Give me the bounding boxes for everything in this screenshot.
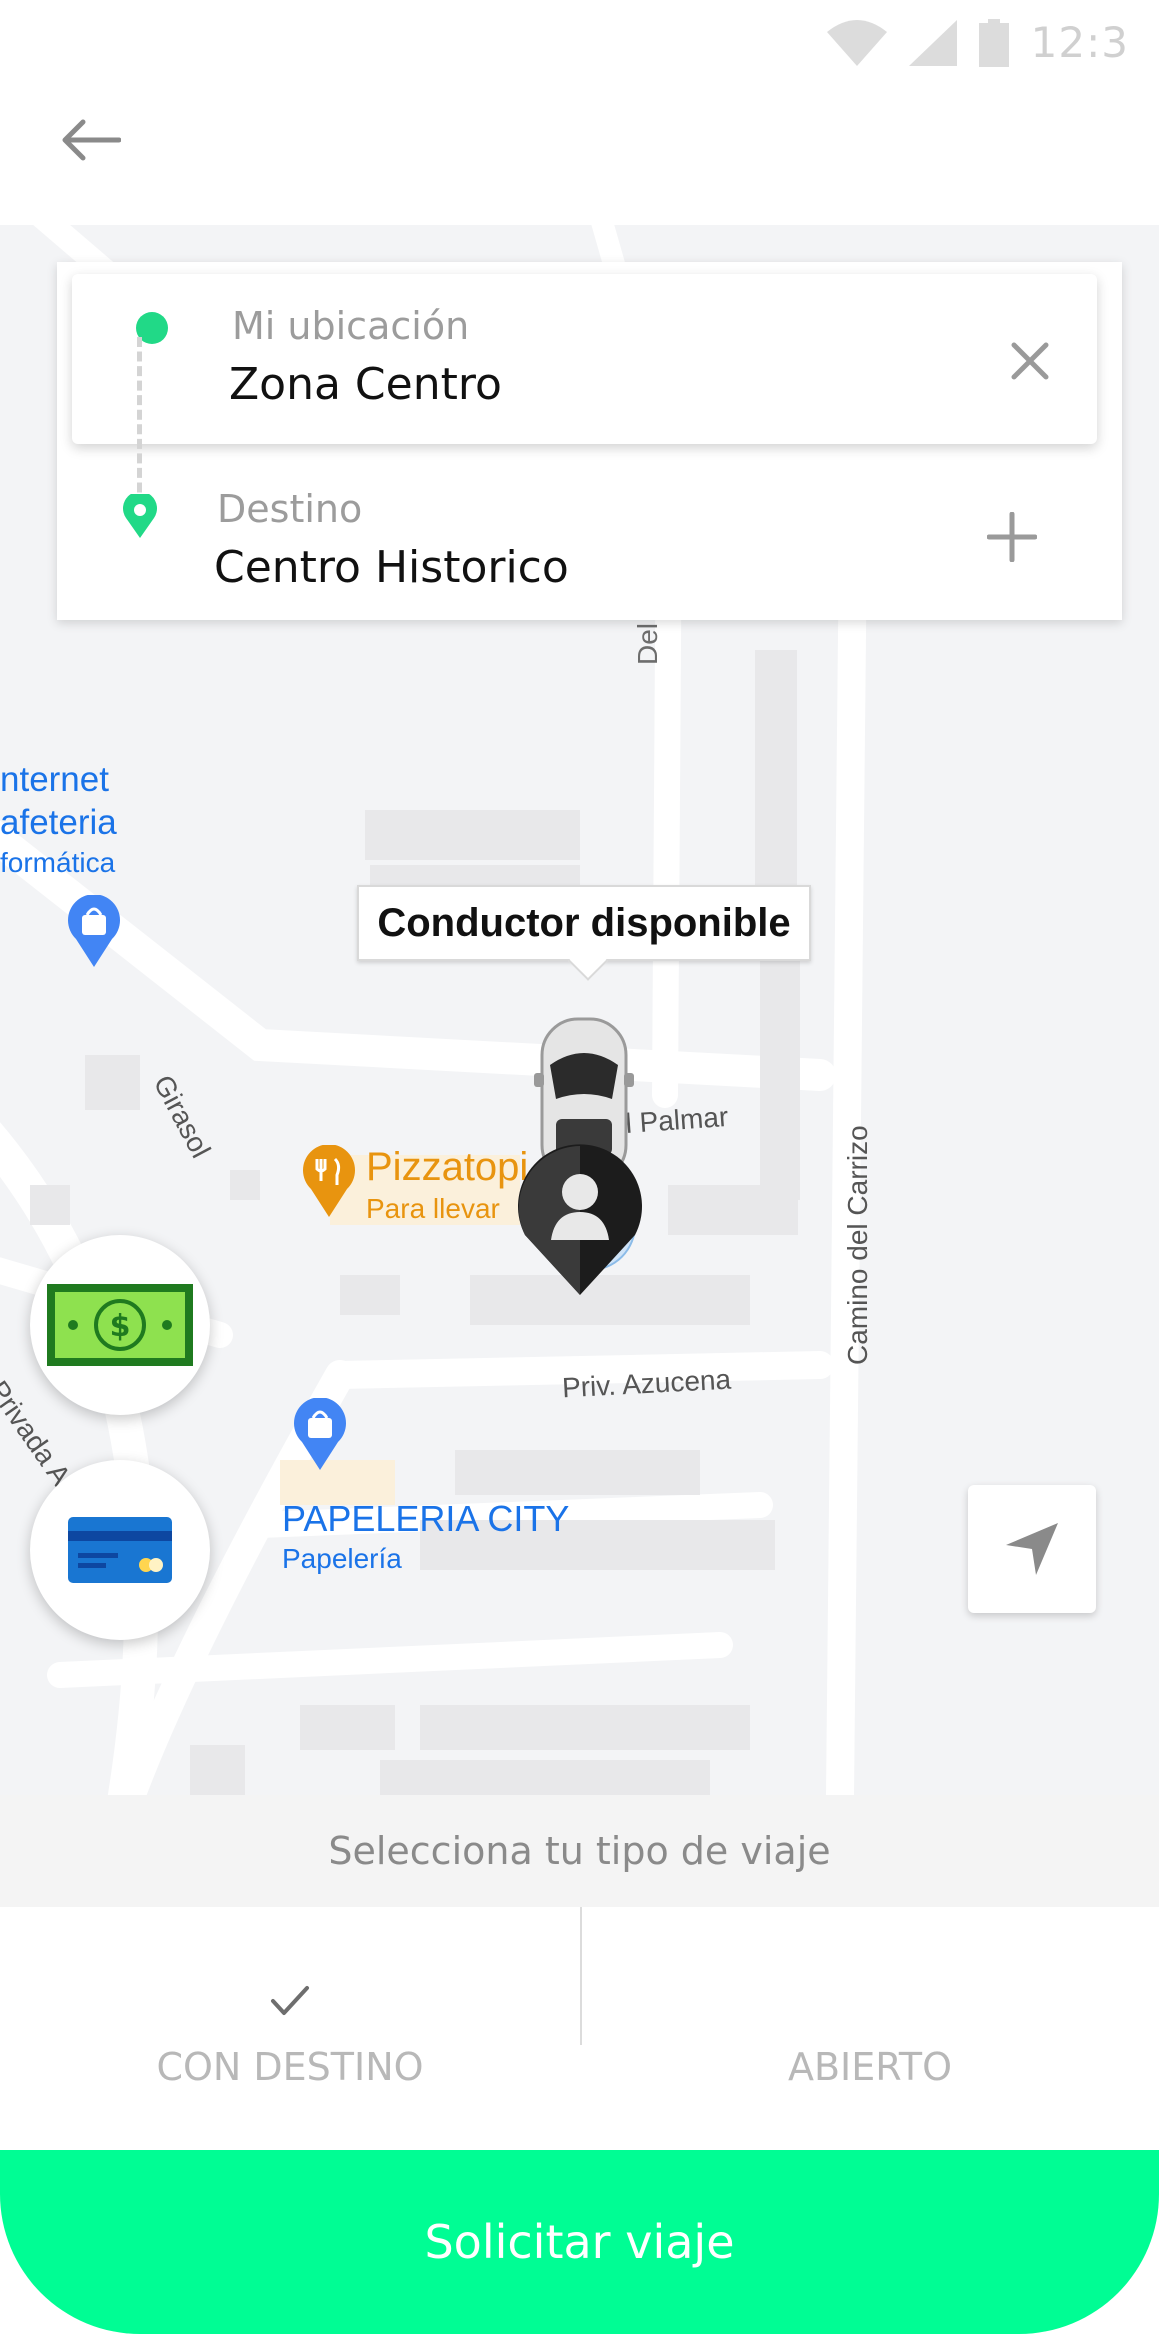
tab-abierto[interactable]: ABIERTO xyxy=(580,1907,1159,2152)
card-payment-button[interactable] xyxy=(30,1460,210,1640)
restaurant-pin-icon[interactable] xyxy=(303,1145,355,1217)
checkmark-icon xyxy=(271,1986,309,2015)
driver-available-tooltip: Conductor disponible xyxy=(357,885,811,961)
cash-icon: $ xyxy=(47,1284,193,1366)
add-stop-button[interactable] xyxy=(977,502,1047,572)
driver-location-pin[interactable] xyxy=(515,1140,655,1295)
destination-value[interactable]: Centro Historico xyxy=(214,542,569,593)
trip-type-tabs: CON DESTINO ABIERTO xyxy=(0,1907,1159,2152)
my-location-button[interactable] xyxy=(968,1485,1096,1613)
svg-text:$: $ xyxy=(110,1309,131,1344)
trip-type-title: Selecciona tu tipo de viaje xyxy=(0,1795,1159,1907)
route-connector xyxy=(137,337,142,507)
street-label: Camino del Carrizo xyxy=(842,1125,873,1365)
place-category: formática xyxy=(0,847,116,878)
destination-pin-icon xyxy=(123,494,157,538)
shopping-bag-pin-icon[interactable] xyxy=(294,1398,346,1470)
request-ride-button[interactable]: Solicitar viaje xyxy=(0,2150,1159,2334)
credit-card-icon xyxy=(68,1517,172,1583)
status-bar: 12:3 xyxy=(0,0,1159,85)
back-button[interactable] xyxy=(55,105,125,175)
tab-label: CON DESTINO xyxy=(156,2045,424,2089)
wifi-icon xyxy=(826,19,887,66)
place-category: Papelería xyxy=(282,1543,402,1574)
tab-label: ABIERTO xyxy=(787,2045,953,2089)
destination-label: Destino xyxy=(217,487,363,531)
top-bar xyxy=(0,85,1159,225)
tab-con-destino[interactable]: CON DESTINO xyxy=(0,1907,580,2152)
place-name: afeteria xyxy=(0,803,117,842)
origin-value: Zona Centro xyxy=(229,359,502,410)
status-time: 12:3 xyxy=(1030,18,1129,67)
place-category: Para llevar xyxy=(366,1193,500,1224)
origin-label: Mi ubicación xyxy=(232,304,470,348)
clear-origin-button[interactable] xyxy=(995,326,1065,396)
arrow-left-icon xyxy=(62,119,121,161)
battery-icon xyxy=(978,18,1009,67)
place-name: Pizzatopi xyxy=(366,1145,529,1189)
signal-icon xyxy=(908,19,957,66)
place-name: PAPELERIA CITY xyxy=(282,1498,570,1539)
plus-icon xyxy=(987,512,1037,562)
route-card: Mi ubicación Zona Centro Destino Centro … xyxy=(57,262,1122,620)
cash-payment-button[interactable]: $ xyxy=(30,1235,210,1415)
close-icon xyxy=(1011,342,1049,380)
place-name: nternet xyxy=(0,760,109,799)
shopping-bag-pin-icon[interactable] xyxy=(68,895,120,967)
origin-field[interactable]: Mi ubicación Zona Centro xyxy=(72,274,1097,444)
navigation-arrow-icon xyxy=(1006,1523,1058,1575)
